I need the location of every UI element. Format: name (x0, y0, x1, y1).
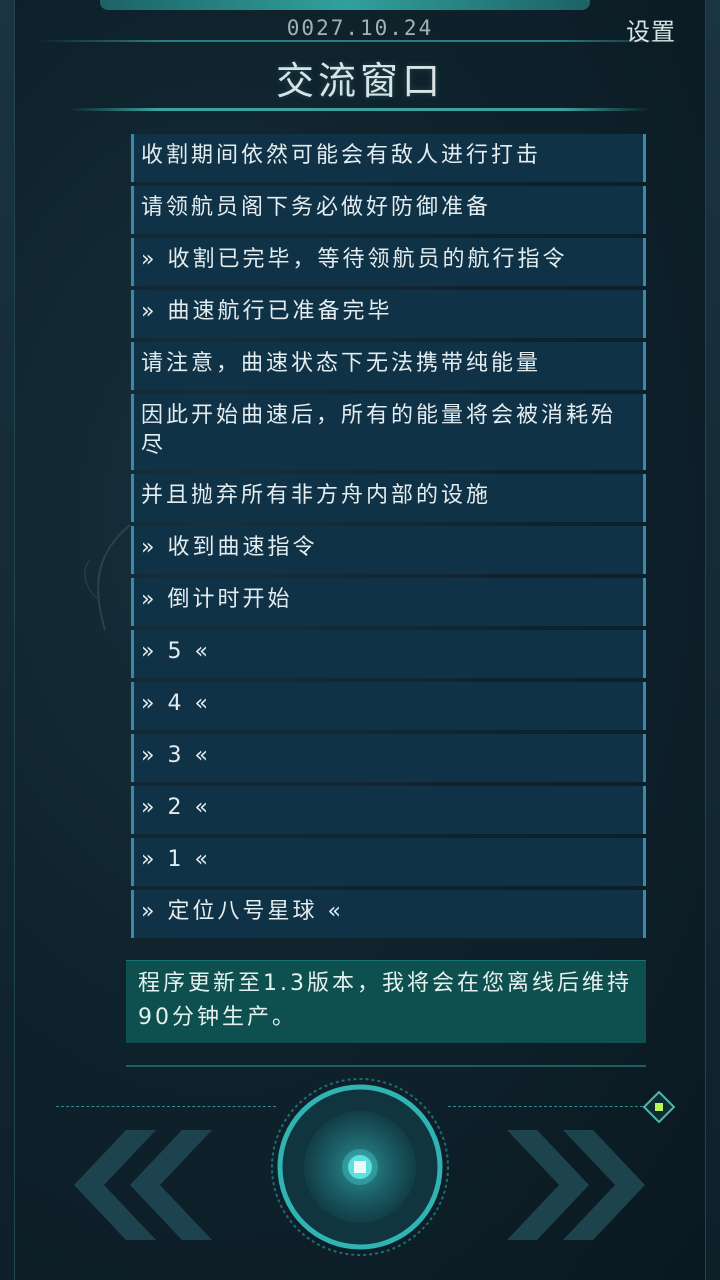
message-item: » 1 « (131, 838, 646, 886)
title-divider (70, 108, 650, 111)
center-target-button-icon[interactable] (268, 1075, 452, 1259)
message-item: » 定位八号星球 « (131, 890, 646, 938)
message-list[interactable]: 收割期间依然可能会有敌人进行打击 请领航员阁下务必做好防御准备 » 收割已完毕，… (131, 134, 646, 942)
bottom-divider (126, 1065, 646, 1067)
frame-right (705, 0, 720, 1280)
game-screen: 0027.10.24 设置 交流窗口 收割期间依然可能会有敌人进行打击 请领航员… (0, 0, 720, 1280)
message-item: » 2 « (131, 786, 646, 834)
message-item: 请领航员阁下务必做好防御准备 (131, 186, 646, 234)
message-item: » 4 « (131, 682, 646, 730)
settings-button[interactable]: 设置 (626, 12, 676, 47)
message-item: 因此开始曲速后，所有的能量将会被消耗殆尽 (131, 394, 646, 470)
diamond-indicator-icon[interactable] (643, 1091, 675, 1123)
message-item: 收割期间依然可能会有敌人进行打击 (131, 134, 646, 182)
frame-left (0, 0, 15, 1280)
message-item: » 3 « (131, 734, 646, 782)
message-item: » 收割已完毕，等待领航员的航行指令 (131, 238, 646, 286)
double-chevron-right-icon[interactable] (505, 1130, 655, 1240)
page-title: 交流窗口 (275, 59, 444, 103)
message-item: 并且抛弃所有非方舟内部的设施 (131, 474, 646, 522)
frame-top-bar (100, 0, 590, 10)
message-item: » 倒计时开始 (131, 578, 646, 626)
message-item: » 5 « (131, 630, 646, 678)
dashed-line-right (448, 1106, 648, 1107)
system-update-message: 程序更新至1.3版本，我将会在您离线后维持90分钟生产。 (126, 960, 646, 1043)
double-chevron-left-icon[interactable] (64, 1130, 214, 1240)
frame-top-line (36, 40, 684, 42)
message-item: 请注意，曲速状态下无法携带纯能量 (131, 342, 646, 390)
date-display: 0027.10.24 (286, 16, 434, 40)
message-item: » 收到曲速指令 (131, 526, 646, 574)
message-item: » 曲速航行已准备完毕 (131, 290, 646, 338)
dashed-line-left (56, 1106, 276, 1107)
